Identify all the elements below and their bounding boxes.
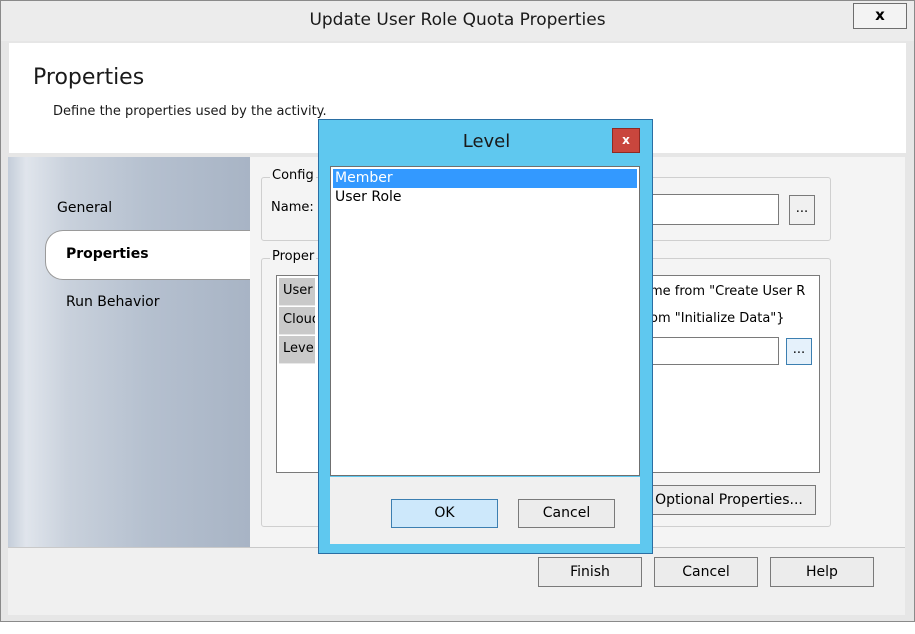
level-dialog-title: Level: [462, 131, 511, 152]
title-bar[interactable]: Update User Role Quota Properties x: [1, 1, 914, 41]
nav-item-properties[interactable]: Properties: [66, 246, 149, 262]
level-dialog-close-button[interactable]: x: [612, 128, 640, 153]
properties-group-label: Proper: [270, 249, 317, 264]
name-field[interactable]: [640, 194, 779, 225]
close-button[interactable]: x: [853, 3, 907, 29]
name-browse-button[interactable]: ...: [789, 195, 815, 225]
property-row-user-value: me from "Create User R: [650, 284, 806, 299]
cancel-button[interactable]: Cancel: [654, 557, 758, 587]
optional-properties-button[interactable]: Optional Properties...: [642, 485, 816, 515]
nav-item-run-behavior[interactable]: Run Behavior: [66, 294, 159, 310]
property-row-user-label[interactable]: User: [279, 278, 315, 306]
sidebar: [8, 157, 250, 547]
level-value-field[interactable]: [650, 337, 779, 365]
level-dialog: Level x Member User Role OK Cancel: [318, 119, 653, 554]
name-label: Name:: [271, 200, 314, 215]
page-description: Define the properties used by the activi…: [53, 104, 327, 119]
level-cancel-button[interactable]: Cancel: [518, 499, 615, 528]
level-option-user-role[interactable]: User Role: [333, 188, 637, 207]
configuration-group-label: Config: [270, 168, 316, 183]
level-options-list[interactable]: Member User Role: [330, 166, 640, 476]
window-title: Update User Role Quota Properties: [309, 10, 606, 30]
property-row-cloud-value: om "Initialize Data"}: [650, 311, 785, 326]
level-option-member[interactable]: Member: [333, 169, 637, 188]
help-button[interactable]: Help: [770, 557, 874, 587]
nav-item-general[interactable]: General: [57, 200, 112, 216]
finish-button[interactable]: Finish: [538, 557, 642, 587]
property-row-level-label[interactable]: Level: [279, 336, 315, 364]
level-ok-button[interactable]: OK: [391, 499, 498, 528]
property-row-cloud-label[interactable]: Cloud: [279, 307, 315, 335]
level-browse-button[interactable]: ...: [786, 338, 812, 365]
page-title: Properties: [33, 65, 145, 90]
